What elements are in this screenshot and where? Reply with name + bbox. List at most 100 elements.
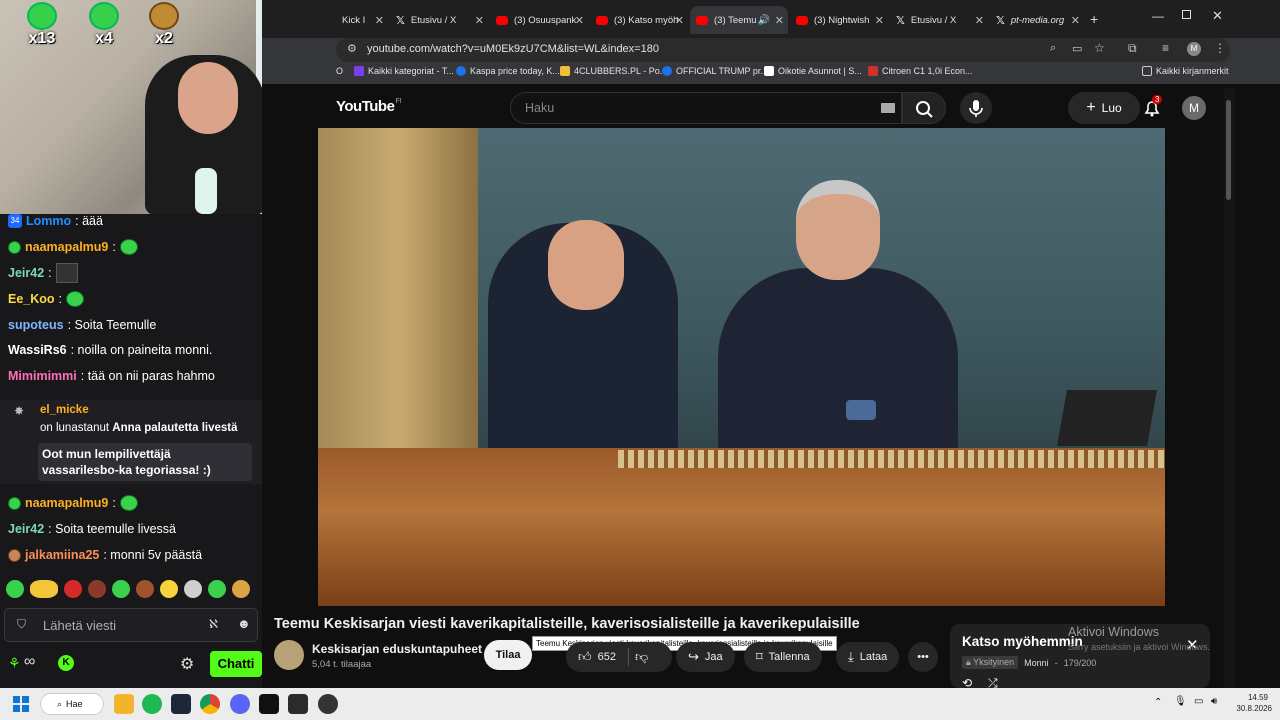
clock-date[interactable]: 30.8.2026 [1226,704,1272,713]
chat-username[interactable]: Lommo [26,214,71,228]
close-icon[interactable]: ✕ [575,14,584,27]
discord-icon[interactable] [230,694,250,714]
emoji-icon[interactable]: ☻ [237,616,251,631]
bookmark-item[interactable]: OFFICIAL TRUMP pr... [662,66,768,76]
browser-tab[interactable]: (3) Katso myöh ✕ [590,6,688,34]
close-icon[interactable]: ✕ [1071,14,1080,27]
minimize-icon[interactable]: — [1152,9,1164,23]
profile-icon[interactable]: M [1187,42,1201,56]
bookmark-item[interactable]: Kaspa price today, K... [456,66,560,76]
pepe-emote-icon[interactable] [6,580,24,598]
chat-username[interactable]: jalkamiina25 [25,548,99,562]
voice-search-button[interactable] [960,92,992,124]
browser-tab[interactable]: (3) Osuuspank ✕ [490,6,588,34]
chrome-icon[interactable] [200,694,220,714]
more-actions-button[interactable]: ••• [908,642,938,672]
close-icon[interactable]: ✕ [775,14,784,27]
chat-username[interactable]: naamapalmu9 [25,496,108,510]
bookmark-item[interactable]: Oikotie Asunnot | S... [764,66,862,76]
app-icon[interactable] [288,694,308,714]
gear-icon[interactable]: ⚙ [180,654,194,674]
maximize-icon[interactable] [1182,10,1191,19]
file-explorer-icon[interactable] [114,694,134,714]
chat-username[interactable]: Ee_Koo [8,292,55,306]
chat-input[interactable]: ⛉ Lähetä viesti ℵ ☻ [4,608,258,642]
site-info-icon[interactable]: ⚙ [347,42,357,55]
account-avatar[interactable]: M [1182,96,1206,120]
create-button[interactable]: + Luo [1068,92,1140,124]
all-bookmarks[interactable]: Kaikki kirjanmerkit [1142,66,1229,76]
network-icon[interactable]: ▭ [1194,696,1203,707]
playlist-title[interactable]: Katso myöhemmin [962,634,1083,649]
youtube-logo[interactable]: YouTube FI [336,98,402,115]
address-bar[interactable]: ⚙ youtube.com/watch?v=uM0Ek9zU7CM&list=W… [336,38,1230,62]
spotify-icon[interactable] [142,694,162,714]
heart-emote-icon[interactable] [64,580,82,598]
download-button[interactable]: ⤓ Lataa [836,642,900,672]
chat-username[interactable]: naamapalmu9 [25,240,108,254]
chat-username[interactable]: Mimimimmi [8,369,77,383]
chevron-up-icon[interactable]: ⌃ [1154,697,1162,708]
channel-name[interactable]: Keskisarjan eduskuntapuheet [312,642,482,656]
bookmark-item[interactable]: O [336,66,343,76]
scrollbar-thumb[interactable] [1226,100,1231,200]
new-tab-icon[interactable]: + [1090,11,1098,27]
close-icon[interactable]: ✕ [975,14,984,27]
notifications-button[interactable]: 3 [1142,95,1163,118]
playlist-owner[interactable]: Monni [1024,658,1049,668]
pepe-emote-icon[interactable] [208,580,226,598]
keyboard-icon[interactable] [881,103,895,113]
browser-tab[interactable]: Kick I ✕ [336,6,388,34]
extensions-icon[interactable]: ⧉ [1128,41,1137,56]
chat-username[interactable]: Jeir42 [8,266,44,280]
x-app-icon[interactable] [259,694,279,714]
browser-tab[interactable]: 𝕏 Etusivu / X ✕ [890,6,988,34]
redeem-username[interactable]: el_micke [40,404,89,416]
volume-icon[interactable]: 🔊︎ [1211,696,1217,707]
obs-icon[interactable] [318,694,338,714]
laugh-emote-icon[interactable] [30,580,58,598]
star-icon[interactable]: ☆ [1094,41,1105,55]
window-close-icon[interactable]: ✕ [1212,8,1223,24]
save-button[interactable]: ⌑ Tallenna [744,642,822,672]
users-icon[interactable]: ⚘ [8,655,21,672]
thumbs-down-icon[interactable]: 👎︎ [635,649,648,665]
share-button[interactable]: ↪ Jaa [676,642,735,672]
cat-emote-icon[interactable] [184,580,202,598]
browser-tab[interactable]: (3) Nightwish ✕ [790,6,888,34]
clock-time[interactable]: 14.59 [1226,693,1268,702]
close-icon[interactable]: ✕ [875,14,884,27]
steam-icon[interactable] [171,694,191,714]
bookmark-item[interactable]: 4CLUBBERS.PL - Po... [560,66,667,76]
search-button[interactable] [902,92,946,124]
kick-logo-icon[interactable]: K [58,655,74,671]
search-input[interactable]: Haku [510,92,902,124]
pepe-emote-icon[interactable] [112,580,130,598]
taskbar-search[interactable]: ⌕ Hae [40,693,104,715]
fire-emote-icon[interactable] [88,580,106,598]
chat-username[interactable]: Jeir42 [8,522,44,536]
duck-emote-icon[interactable] [160,580,178,598]
browser-tab-active[interactable]: (3) Teemu 🔊 ✕ [690,6,788,34]
like-button[interactable]: 👍︎ 652 [578,649,616,665]
infinity-icon[interactable]: ∞ [24,653,35,671]
close-icon[interactable]: ✕ [675,14,684,27]
subscribe-button[interactable]: Tilaa [484,640,532,670]
translate-icon[interactable]: ℵ [209,617,218,631]
zoom-icon[interactable]: ⌕ [1050,42,1056,55]
windows-start-icon[interactable] [13,696,29,712]
video-player[interactable] [318,128,1165,606]
browser-tab[interactable]: 𝕏 pt-media.org ✕ [990,6,1084,34]
reading-list-icon[interactable]: ≡ [1162,41,1169,55]
browser-tab[interactable]: 𝕏 Etusivu / X ✕ [390,6,488,34]
close-icon[interactable]: ✕ [475,14,484,27]
close-icon[interactable]: ✕ [375,14,384,27]
chat-send-button[interactable]: Chatti [210,651,262,677]
cast-icon[interactable]: ▭ [1072,42,1082,55]
channel-avatar[interactable] [274,640,304,670]
menu-kebab-icon[interactable]: ⋮ [1214,41,1226,55]
smile-emote-icon[interactable] [232,580,250,598]
mic-icon[interactable]: 🎙︎ [1174,696,1187,707]
bookmark-item[interactable]: Kaikki kategoriat - T... [354,66,454,76]
chat-username[interactable]: supoteus [8,318,64,332]
